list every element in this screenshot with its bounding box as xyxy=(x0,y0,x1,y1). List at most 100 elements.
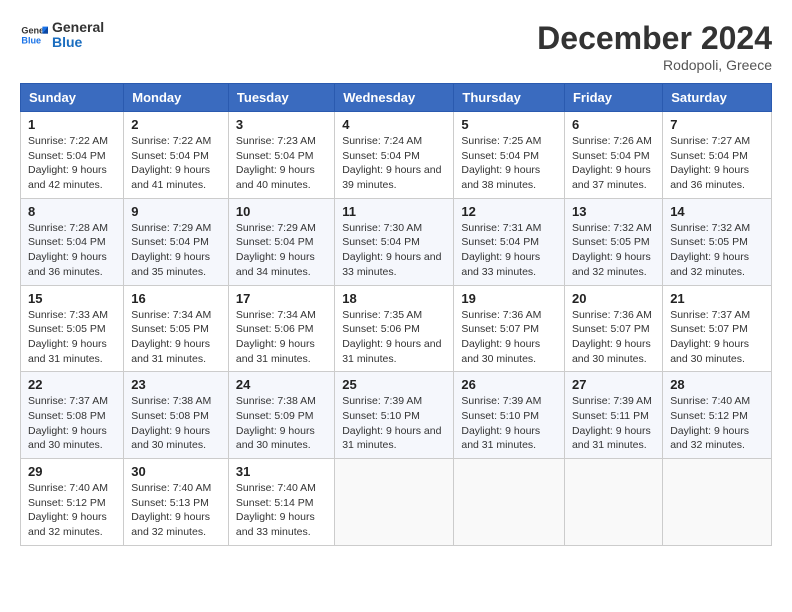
day-info: Sunrise: 7:29 AM Sunset: 5:04 PM Dayligh… xyxy=(131,221,221,280)
calendar-cell: 13 Sunrise: 7:32 AM Sunset: 5:05 PM Dayl… xyxy=(564,198,662,285)
day-number: 8 xyxy=(28,204,116,219)
week-row-4: 22 Sunrise: 7:37 AM Sunset: 5:08 PM Dayl… xyxy=(21,372,772,459)
calendar-cell: 3 Sunrise: 7:23 AM Sunset: 5:04 PM Dayli… xyxy=(228,112,334,199)
day-info: Sunrise: 7:32 AM Sunset: 5:05 PM Dayligh… xyxy=(572,221,655,280)
calendar-cell: 18 Sunrise: 7:35 AM Sunset: 5:06 PM Dayl… xyxy=(335,285,454,372)
calendar-cell: 10 Sunrise: 7:29 AM Sunset: 5:04 PM Dayl… xyxy=(228,198,334,285)
day-info: Sunrise: 7:36 AM Sunset: 5:07 PM Dayligh… xyxy=(572,308,655,367)
calendar-cell: 2 Sunrise: 7:22 AM Sunset: 5:04 PM Dayli… xyxy=(124,112,229,199)
calendar-cell: 11 Sunrise: 7:30 AM Sunset: 5:04 PM Dayl… xyxy=(335,198,454,285)
weekday-header-tuesday: Tuesday xyxy=(228,84,334,112)
day-info: Sunrise: 7:39 AM Sunset: 5:10 PM Dayligh… xyxy=(461,394,557,453)
week-row-1: 1 Sunrise: 7:22 AM Sunset: 5:04 PM Dayli… xyxy=(21,112,772,199)
day-info: Sunrise: 7:24 AM Sunset: 5:04 PM Dayligh… xyxy=(342,134,446,193)
day-info: Sunrise: 7:30 AM Sunset: 5:04 PM Dayligh… xyxy=(342,221,446,280)
week-row-2: 8 Sunrise: 7:28 AM Sunset: 5:04 PM Dayli… xyxy=(21,198,772,285)
day-number: 11 xyxy=(342,204,446,219)
calendar-cell: 4 Sunrise: 7:24 AM Sunset: 5:04 PM Dayli… xyxy=(335,112,454,199)
calendar-cell: 17 Sunrise: 7:34 AM Sunset: 5:06 PM Dayl… xyxy=(228,285,334,372)
weekday-header-thursday: Thursday xyxy=(454,84,565,112)
day-number: 24 xyxy=(236,377,327,392)
weekday-header-friday: Friday xyxy=(564,84,662,112)
day-number: 30 xyxy=(131,464,221,479)
logo: General Blue General Blue xyxy=(20,20,104,51)
title-block: December 2024 Rodopoli, Greece xyxy=(537,20,772,73)
day-number: 6 xyxy=(572,117,655,132)
calendar-cell: 27 Sunrise: 7:39 AM Sunset: 5:11 PM Dayl… xyxy=(564,372,662,459)
day-number: 4 xyxy=(342,117,446,132)
day-info: Sunrise: 7:31 AM Sunset: 5:04 PM Dayligh… xyxy=(461,221,557,280)
day-info: Sunrise: 7:26 AM Sunset: 5:04 PM Dayligh… xyxy=(572,134,655,193)
day-number: 12 xyxy=(461,204,557,219)
calendar-cell: 30 Sunrise: 7:40 AM Sunset: 5:13 PM Dayl… xyxy=(124,459,229,546)
calendar-cell: 20 Sunrise: 7:36 AM Sunset: 5:07 PM Dayl… xyxy=(564,285,662,372)
day-info: Sunrise: 7:38 AM Sunset: 5:08 PM Dayligh… xyxy=(131,394,221,453)
calendar-cell: 12 Sunrise: 7:31 AM Sunset: 5:04 PM Dayl… xyxy=(454,198,565,285)
week-row-5: 29 Sunrise: 7:40 AM Sunset: 5:12 PM Dayl… xyxy=(21,459,772,546)
day-number: 26 xyxy=(461,377,557,392)
svg-text:Blue: Blue xyxy=(21,36,41,46)
calendar-cell: 9 Sunrise: 7:29 AM Sunset: 5:04 PM Dayli… xyxy=(124,198,229,285)
weekday-header-monday: Monday xyxy=(124,84,229,112)
day-info: Sunrise: 7:29 AM Sunset: 5:04 PM Dayligh… xyxy=(236,221,327,280)
weekday-header-wednesday: Wednesday xyxy=(335,84,454,112)
logo-text: General Blue xyxy=(52,20,104,51)
day-number: 5 xyxy=(461,117,557,132)
calendar-table: SundayMondayTuesdayWednesdayThursdayFrid… xyxy=(20,83,772,546)
weekday-header-saturday: Saturday xyxy=(663,84,772,112)
day-number: 20 xyxy=(572,291,655,306)
day-info: Sunrise: 7:25 AM Sunset: 5:04 PM Dayligh… xyxy=(461,134,557,193)
day-number: 9 xyxy=(131,204,221,219)
day-number: 15 xyxy=(28,291,116,306)
day-info: Sunrise: 7:37 AM Sunset: 5:07 PM Dayligh… xyxy=(670,308,764,367)
day-info: Sunrise: 7:39 AM Sunset: 5:11 PM Dayligh… xyxy=(572,394,655,453)
calendar-cell: 31 Sunrise: 7:40 AM Sunset: 5:14 PM Dayl… xyxy=(228,459,334,546)
weekday-header-row: SundayMondayTuesdayWednesdayThursdayFrid… xyxy=(21,84,772,112)
day-number: 18 xyxy=(342,291,446,306)
day-info: Sunrise: 7:38 AM Sunset: 5:09 PM Dayligh… xyxy=(236,394,327,453)
day-info: Sunrise: 7:27 AM Sunset: 5:04 PM Dayligh… xyxy=(670,134,764,193)
day-number: 27 xyxy=(572,377,655,392)
day-number: 19 xyxy=(461,291,557,306)
day-info: Sunrise: 7:22 AM Sunset: 5:04 PM Dayligh… xyxy=(28,134,116,193)
day-info: Sunrise: 7:39 AM Sunset: 5:10 PM Dayligh… xyxy=(342,394,446,453)
day-info: Sunrise: 7:32 AM Sunset: 5:05 PM Dayligh… xyxy=(670,221,764,280)
calendar-cell: 26 Sunrise: 7:39 AM Sunset: 5:10 PM Dayl… xyxy=(454,372,565,459)
day-number: 1 xyxy=(28,117,116,132)
calendar-cell: 1 Sunrise: 7:22 AM Sunset: 5:04 PM Dayli… xyxy=(21,112,124,199)
calendar-cell: 14 Sunrise: 7:32 AM Sunset: 5:05 PM Dayl… xyxy=(663,198,772,285)
day-info: Sunrise: 7:28 AM Sunset: 5:04 PM Dayligh… xyxy=(28,221,116,280)
day-info: Sunrise: 7:37 AM Sunset: 5:08 PM Dayligh… xyxy=(28,394,116,453)
day-info: Sunrise: 7:22 AM Sunset: 5:04 PM Dayligh… xyxy=(131,134,221,193)
calendar-cell: 24 Sunrise: 7:38 AM Sunset: 5:09 PM Dayl… xyxy=(228,372,334,459)
calendar-cell: 6 Sunrise: 7:26 AM Sunset: 5:04 PM Dayli… xyxy=(564,112,662,199)
day-number: 23 xyxy=(131,377,221,392)
calendar-cell: 5 Sunrise: 7:25 AM Sunset: 5:04 PM Dayli… xyxy=(454,112,565,199)
day-number: 3 xyxy=(236,117,327,132)
day-info: Sunrise: 7:23 AM Sunset: 5:04 PM Dayligh… xyxy=(236,134,327,193)
day-number: 7 xyxy=(670,117,764,132)
day-number: 21 xyxy=(670,291,764,306)
calendar-cell xyxy=(663,459,772,546)
calendar-cell: 25 Sunrise: 7:39 AM Sunset: 5:10 PM Dayl… xyxy=(335,372,454,459)
day-number: 10 xyxy=(236,204,327,219)
day-number: 14 xyxy=(670,204,764,219)
calendar-cell: 22 Sunrise: 7:37 AM Sunset: 5:08 PM Dayl… xyxy=(21,372,124,459)
month-title: December 2024 xyxy=(537,20,772,57)
calendar-cell: 29 Sunrise: 7:40 AM Sunset: 5:12 PM Dayl… xyxy=(21,459,124,546)
calendar-cell: 15 Sunrise: 7:33 AM Sunset: 5:05 PM Dayl… xyxy=(21,285,124,372)
day-number: 13 xyxy=(572,204,655,219)
location: Rodopoli, Greece xyxy=(537,57,772,73)
day-number: 28 xyxy=(670,377,764,392)
page-container: General Blue General Blue December 2024 … xyxy=(20,20,772,546)
calendar-cell: 21 Sunrise: 7:37 AM Sunset: 5:07 PM Dayl… xyxy=(663,285,772,372)
day-info: Sunrise: 7:33 AM Sunset: 5:05 PM Dayligh… xyxy=(28,308,116,367)
calendar-cell xyxy=(564,459,662,546)
day-number: 25 xyxy=(342,377,446,392)
day-number: 22 xyxy=(28,377,116,392)
calendar-cell: 23 Sunrise: 7:38 AM Sunset: 5:08 PM Dayl… xyxy=(124,372,229,459)
day-number: 16 xyxy=(131,291,221,306)
calendar-cell: 8 Sunrise: 7:28 AM Sunset: 5:04 PM Dayli… xyxy=(21,198,124,285)
day-number: 31 xyxy=(236,464,327,479)
day-info: Sunrise: 7:34 AM Sunset: 5:05 PM Dayligh… xyxy=(131,308,221,367)
